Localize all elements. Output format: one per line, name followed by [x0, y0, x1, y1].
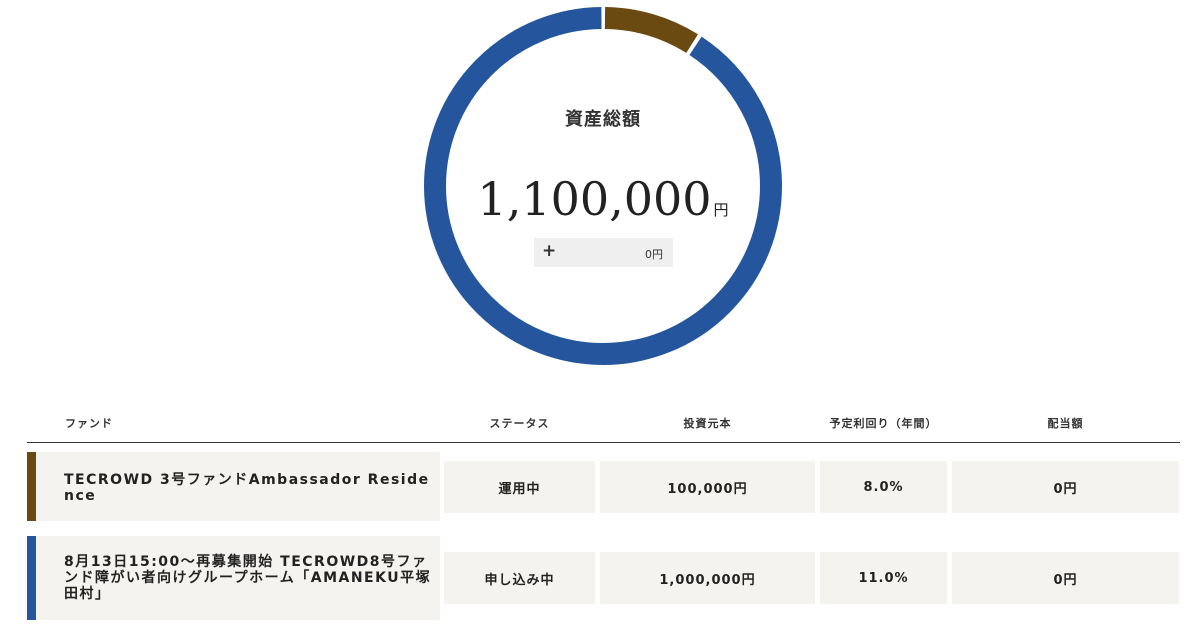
yield-cell: 8.0% [820, 461, 947, 513]
status-cell: 運用中 [444, 461, 595, 513]
total-assets-label: 資産総額 [565, 109, 641, 130]
table-row-fund-cell[interactable]: 8月13日15:00〜再募集開始 TECROWD8号ファンド障がい者向けグループ… [27, 536, 440, 620]
header-yield: 予定利回り（年間） [829, 417, 938, 430]
total-assets-value: 1,100,000 円 [423, 172, 783, 226]
plus-icon: + [542, 241, 557, 261]
total-unit: 円 [713, 201, 729, 219]
header-dividend: 配当額 [1047, 417, 1084, 430]
total-amount: 1,100,000 [477, 172, 712, 226]
principal-cell: 100,000円 [600, 461, 815, 513]
principal-cell: 1,000,000円 [600, 552, 815, 604]
asset-delta-box: + 0円 [534, 238, 673, 267]
yield-cell: 11.0% [820, 552, 947, 604]
fund-name[interactable]: 8月13日15:00〜再募集開始 TECROWD8号ファンド障がい者向けグループ… [64, 554, 434, 602]
asset-donut-chart: 資産総額 1,100,000 円 + 0円 [423, 6, 783, 366]
header-fund: ファンド [65, 417, 113, 430]
dividend-cell: 0円 [952, 552, 1179, 604]
fund-color-bar [27, 536, 36, 620]
dividend-cell: 0円 [952, 461, 1179, 513]
header-status: ステータス [489, 417, 550, 430]
fund-name[interactable]: TECROWD 3号ファンドAmbassador Residence [64, 472, 434, 504]
header-divider [27, 442, 1180, 443]
fund-color-bar [27, 452, 36, 521]
table-row-fund-cell[interactable]: TECROWD 3号ファンドAmbassador Residence [27, 452, 440, 521]
header-principal: 投資元本 [683, 417, 732, 430]
delta-value: 0円 [645, 248, 663, 261]
status-cell: 申し込み中 [444, 552, 595, 604]
